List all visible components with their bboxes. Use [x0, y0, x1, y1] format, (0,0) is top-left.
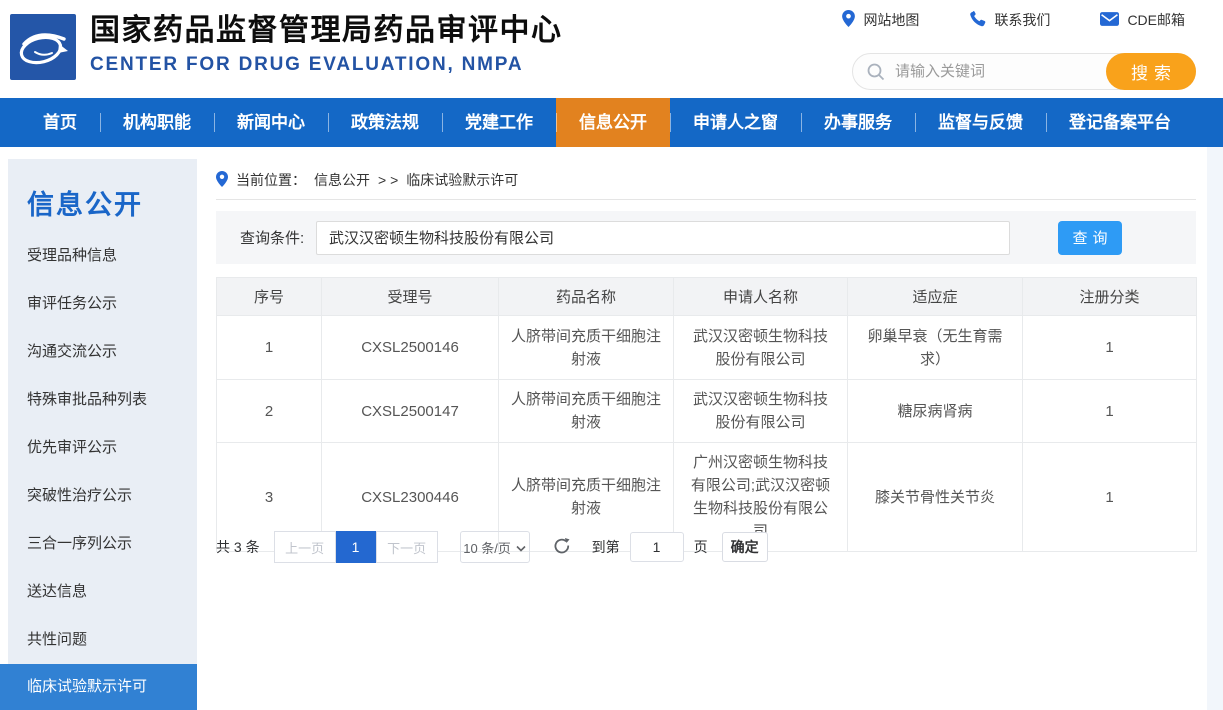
- breadcrumb-pin-icon: [216, 171, 228, 190]
- site-titles: 国家药品监督管理局药品审评中心 CENTER FOR DRUG EVALUATI…: [90, 13, 563, 76]
- site-title-en: CENTER FOR DRUG EVALUATION, NMPA: [90, 54, 563, 76]
- vertical-scrollbar[interactable]: [1207, 147, 1223, 710]
- table-row: 1 CXSL2500146 人脐带间充质干细胞注射液 武汉汉密顿生物科技股份有限…: [217, 316, 1197, 380]
- pagination-pager: 上一页 1 下一页: [274, 531, 438, 563]
- sitemap-link[interactable]: 网站地图: [842, 10, 919, 30]
- main-nav: 首页 机构职能 新闻中心 政策法规 党建工作 信息公开 申请人之窗 办事服务 监…: [0, 98, 1223, 147]
- pagination-total: 共 3 条: [216, 537, 260, 557]
- cell-acceptance-no: CXSL2500147: [322, 380, 499, 443]
- query-button[interactable]: 查询: [1058, 221, 1122, 255]
- site-search-button[interactable]: 搜索: [1106, 53, 1196, 90]
- cell-registration-class: 1: [1023, 380, 1197, 443]
- sidebar-item-accepted-varieties[interactable]: 受理品种信息: [8, 232, 197, 280]
- cell-drug-name: 人脐带间充质干细胞注射液: [499, 380, 674, 443]
- sidebar-item-three-in-one-sequence[interactable]: 三合一序列公示: [8, 520, 197, 568]
- goto-page-suffix: 页: [694, 537, 708, 557]
- col-header-indication: 适应症: [848, 278, 1023, 316]
- cde-logo[interactable]: [10, 14, 76, 80]
- query-panel: 查询条件: 查询: [216, 211, 1196, 264]
- cell-drug-name: 人脐带间充质干细胞注射液: [499, 316, 674, 380]
- col-header-applicant: 申请人名称: [674, 278, 848, 316]
- site-search-bar: 搜索: [852, 53, 1196, 90]
- cell-indication: 卵巢早衰（无生育需求）: [848, 316, 1023, 380]
- contact-link[interactable]: 联系我们: [969, 10, 1050, 30]
- col-header-acceptance-no: 受理号: [322, 278, 499, 316]
- cde-mail-link[interactable]: CDE邮箱: [1100, 10, 1185, 30]
- main-content: 当前位置： 信息公开 > > 临床试验默示许可 查询条件: 查询 序号 受理号 药…: [216, 147, 1196, 710]
- contact-link-label: 联系我们: [994, 10, 1050, 30]
- site-title-cn: 国家药品监督管理局药品审评中心: [90, 13, 563, 49]
- nav-item-services[interactable]: 办事服务: [801, 98, 915, 147]
- header-quick-links: 网站地图 联系我们 CDE邮箱: [842, 10, 1185, 30]
- page-size-value: 10 条/页: [463, 538, 511, 557]
- prev-page-button[interactable]: 上一页: [274, 531, 336, 563]
- location-pin-icon: [842, 10, 855, 30]
- cell-indication: 糖尿病肾病: [848, 380, 1023, 443]
- sidebar-item-delivery-info[interactable]: 送达信息: [8, 568, 197, 616]
- page-size-select[interactable]: 10 条/页: [460, 531, 530, 563]
- query-condition-input[interactable]: [316, 221, 1010, 255]
- site-header: 国家药品监督管理局药品审评中心 CENTER FOR DRUG EVALUATI…: [0, 0, 1223, 98]
- sidebar-item-common-issues[interactable]: 共性问题: [8, 616, 197, 664]
- nav-item-party-building[interactable]: 党建工作: [442, 98, 556, 147]
- sidebar: 信息公开 受理品种信息 审评任务公示 沟通交流公示 特殊审批品种列表 优先审评公…: [8, 159, 197, 710]
- col-header-drug-name: 药品名称: [499, 278, 674, 316]
- nav-item-policies[interactable]: 政策法规: [328, 98, 442, 147]
- nav-item-home[interactable]: 首页: [20, 98, 100, 147]
- sidebar-item-priority-review[interactable]: 优先审评公示: [8, 424, 197, 472]
- pagination: 共 3 条 上一页 1 下一页 10 条/页 到第 页 确定: [216, 531, 768, 563]
- next-page-button[interactable]: 下一页: [376, 531, 438, 563]
- nav-item-org-functions[interactable]: 机构职能: [100, 98, 214, 147]
- sidebar-item-communication[interactable]: 沟通交流公示: [8, 328, 197, 376]
- sidebar-item-review-tasks[interactable]: 审评任务公示: [8, 280, 197, 328]
- breadcrumb-section-link[interactable]: 信息公开: [314, 170, 370, 190]
- nav-item-applicant-window[interactable]: 申请人之窗: [670, 98, 801, 147]
- cell-registration-class: 1: [1023, 443, 1197, 552]
- breadcrumb-prefix: 当前位置：: [236, 170, 306, 190]
- col-header-registration-class: 注册分类: [1023, 278, 1197, 316]
- envelope-icon: [1100, 12, 1119, 29]
- chevron-down-icon: [516, 540, 526, 555]
- nav-item-news-center[interactable]: 新闻中心: [214, 98, 328, 147]
- breadcrumb: 当前位置： 信息公开 > > 临床试验默示许可: [216, 170, 518, 190]
- sitemap-link-label: 网站地图: [863, 10, 919, 30]
- nav-item-info-disclosure[interactable]: 信息公开: [556, 98, 670, 147]
- cell-acceptance-no: CXSL2500146: [322, 316, 499, 380]
- table-row: 2 CXSL2500147 人脐带间充质干细胞注射液 武汉汉密顿生物科技股份有限…: [217, 380, 1197, 443]
- cell-seq: 2: [217, 380, 322, 443]
- breadcrumb-divider: [216, 199, 1196, 200]
- cell-seq: 1: [217, 316, 322, 380]
- nav-item-registration-platform[interactable]: 登记备案平台: [1046, 98, 1194, 147]
- cde-swirl-logo-icon: [10, 14, 76, 80]
- goto-page-input[interactable]: [630, 532, 684, 562]
- page: 国家药品监督管理局药品审评中心 CENTER FOR DRUG EVALUATI…: [0, 0, 1223, 710]
- phone-icon: [969, 10, 986, 30]
- sidebar-item-breakthrough-therapy[interactable]: 突破性治疗公示: [8, 472, 197, 520]
- search-icon: [867, 63, 885, 81]
- sidebar-title: 信息公开: [27, 183, 197, 222]
- cell-indication: 膝关节骨性关节炎: [848, 443, 1023, 552]
- goto-confirm-button[interactable]: 确定: [722, 532, 768, 562]
- cell-applicant: 武汉汉密顿生物科技股份有限公司: [674, 316, 848, 380]
- results-table: 序号 受理号 药品名称 申请人名称 适应症 注册分类 1 CXSL2500146…: [216, 277, 1197, 552]
- col-header-seq: 序号: [217, 278, 322, 316]
- refresh-icon[interactable]: [552, 537, 572, 557]
- breadcrumb-current: 临床试验默示许可: [406, 170, 518, 190]
- nav-item-supervision-feedback[interactable]: 监督与反馈: [915, 98, 1046, 147]
- sidebar-item-clinical-trial-implied-license[interactable]: 临床试验默示许可: [0, 664, 197, 710]
- sidebar-item-special-approval-list[interactable]: 特殊审批品种列表: [8, 376, 197, 424]
- table-header-row: 序号 受理号 药品名称 申请人名称 适应症 注册分类: [217, 278, 1197, 316]
- breadcrumb-separator: > >: [378, 172, 398, 188]
- cell-registration-class: 1: [1023, 316, 1197, 380]
- query-condition-label: 查询条件:: [240, 227, 316, 248]
- goto-page-prefix: 到第: [592, 537, 620, 557]
- page-number-button[interactable]: 1: [336, 531, 376, 563]
- cde-mail-link-label: CDE邮箱: [1127, 10, 1185, 30]
- cell-applicant: 武汉汉密顿生物科技股份有限公司: [674, 380, 848, 443]
